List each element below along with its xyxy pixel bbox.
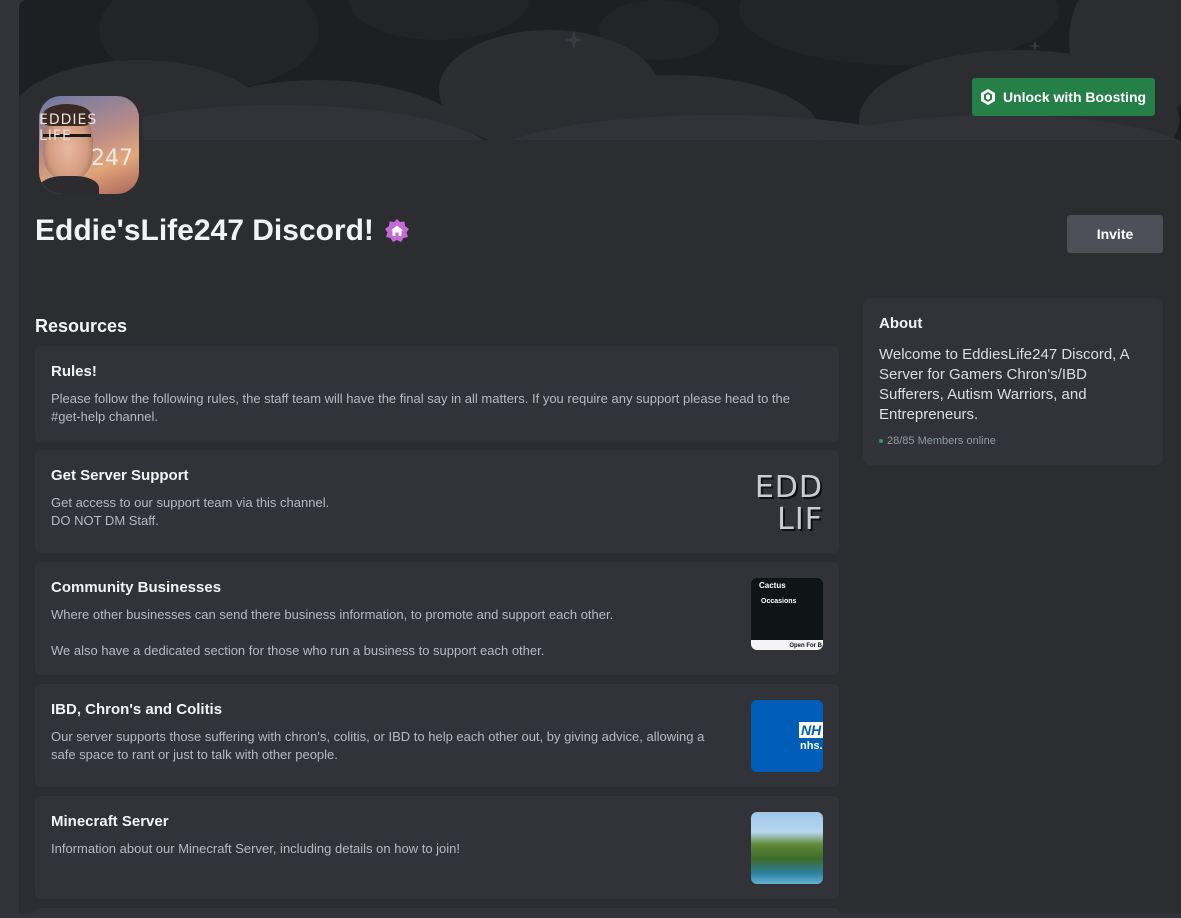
resource-card-description: Get access to our support team via this … (51, 495, 330, 528)
resources-heading: Resources (35, 316, 128, 336)
cloud-banner-art (19, 0, 1181, 140)
avatar-text-top: EDDIES LIFE (39, 112, 98, 144)
resource-card-partial[interactable] (35, 908, 839, 918)
resource-card-description: Information about our Minecraft Server, … (51, 841, 461, 856)
resource-card-title: Rules! (51, 363, 97, 380)
resource-card-description: Please follow the following rules, the s… (51, 391, 791, 424)
resource-card-title: Community Businesses (51, 579, 222, 596)
nhs-logo: NH (799, 722, 823, 738)
business-thumb-brand: Cactus (759, 581, 786, 590)
unlock-boosting-button[interactable]: Unlock with Boosting (972, 78, 1155, 116)
unlock-boosting-label: Unlock with Boosting (1002, 89, 1147, 105)
resource-card-rules[interactable]: Rules! Please follow the following rules… (35, 346, 839, 442)
nhs-thumbnail: NH nhs.u (751, 700, 823, 772)
resource-card-description: Where other businesses can send there bu… (51, 607, 614, 658)
about-card: About Welcome to EddiesLife247 Discord, … (863, 298, 1163, 465)
about-title: About (879, 315, 923, 332)
server-avatar: EDDIES LIFE 247 (33, 91, 143, 199)
members-online-text: 28/85 Members online (887, 435, 996, 447)
business-thumbnail: Cactus Occasions Open For B (751, 578, 823, 650)
avatar-text-bottom: 247 (91, 146, 133, 171)
resource-card-title: Get Server Support (51, 467, 189, 484)
resource-card-ibd[interactable]: IBD, Chron's and Colitis Our server supp… (35, 684, 839, 787)
boost-gem-icon (980, 89, 995, 105)
invite-button[interactable]: Invite (1067, 215, 1163, 253)
resource-card-minecraft[interactable]: Minecraft Server Information about our M… (35, 796, 839, 899)
support-thumbnail: EDD LIF (751, 466, 823, 538)
resource-card-title: Minecraft Server (51, 813, 169, 830)
left-strip (0, 0, 19, 913)
server-name: Eddie'sLife247 Discord! (35, 214, 374, 247)
server-name-heading: Eddie'sLife247 Discord! (35, 214, 410, 248)
resource-card-title: IBD, Chron's and Colitis (51, 701, 223, 718)
home-badge-icon[interactable] (384, 218, 410, 244)
resource-card-community-businesses[interactable]: Community Businesses Where other busines… (35, 562, 839, 675)
server-banner (19, 0, 1181, 140)
avatar-shirt (39, 176, 99, 194)
resource-card-description: Our server supports those suffering with… (51, 729, 705, 762)
nhs-url: nhs.u (800, 740, 823, 752)
business-thumb-footer: Open For B (789, 643, 822, 649)
minecraft-thumbnail (751, 812, 823, 884)
about-text: Welcome to EddiesLife247 Discord, A Serv… (879, 346, 1129, 423)
resource-card-get-server-support[interactable]: Get Server Support Get access to our sup… (35, 450, 839, 553)
support-thumb-line1: EDD (754, 470, 823, 505)
members-online: 28/85 Members online (879, 435, 996, 447)
business-thumb-heading: Occasions (761, 598, 797, 605)
online-dot-icon (879, 439, 883, 443)
support-thumb-line2: LIF (777, 502, 823, 537)
server-avatar-image: EDDIES LIFE 247 (39, 96, 139, 194)
